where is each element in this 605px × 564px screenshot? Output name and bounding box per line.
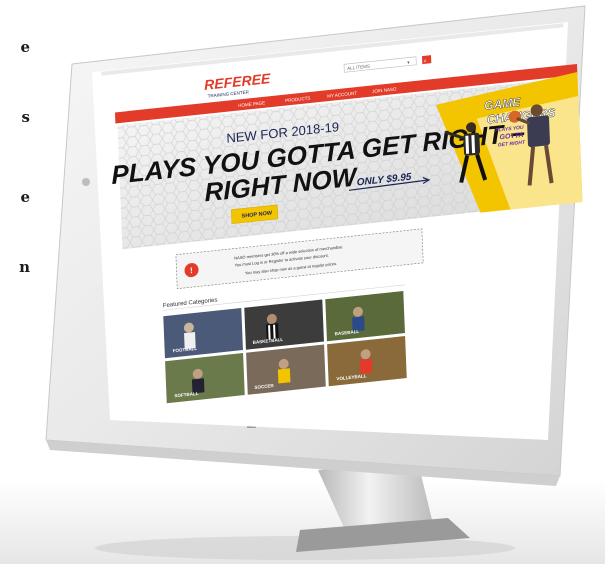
alert-icon-glyph: !: [190, 266, 193, 275]
monitor-scene: REFEREE TRAINING CENTER ALL ITEMS ▾ ⌕ HO…: [0, 5, 605, 564]
search-icon: ⌕: [424, 58, 427, 64]
camera-dot: [82, 178, 90, 186]
